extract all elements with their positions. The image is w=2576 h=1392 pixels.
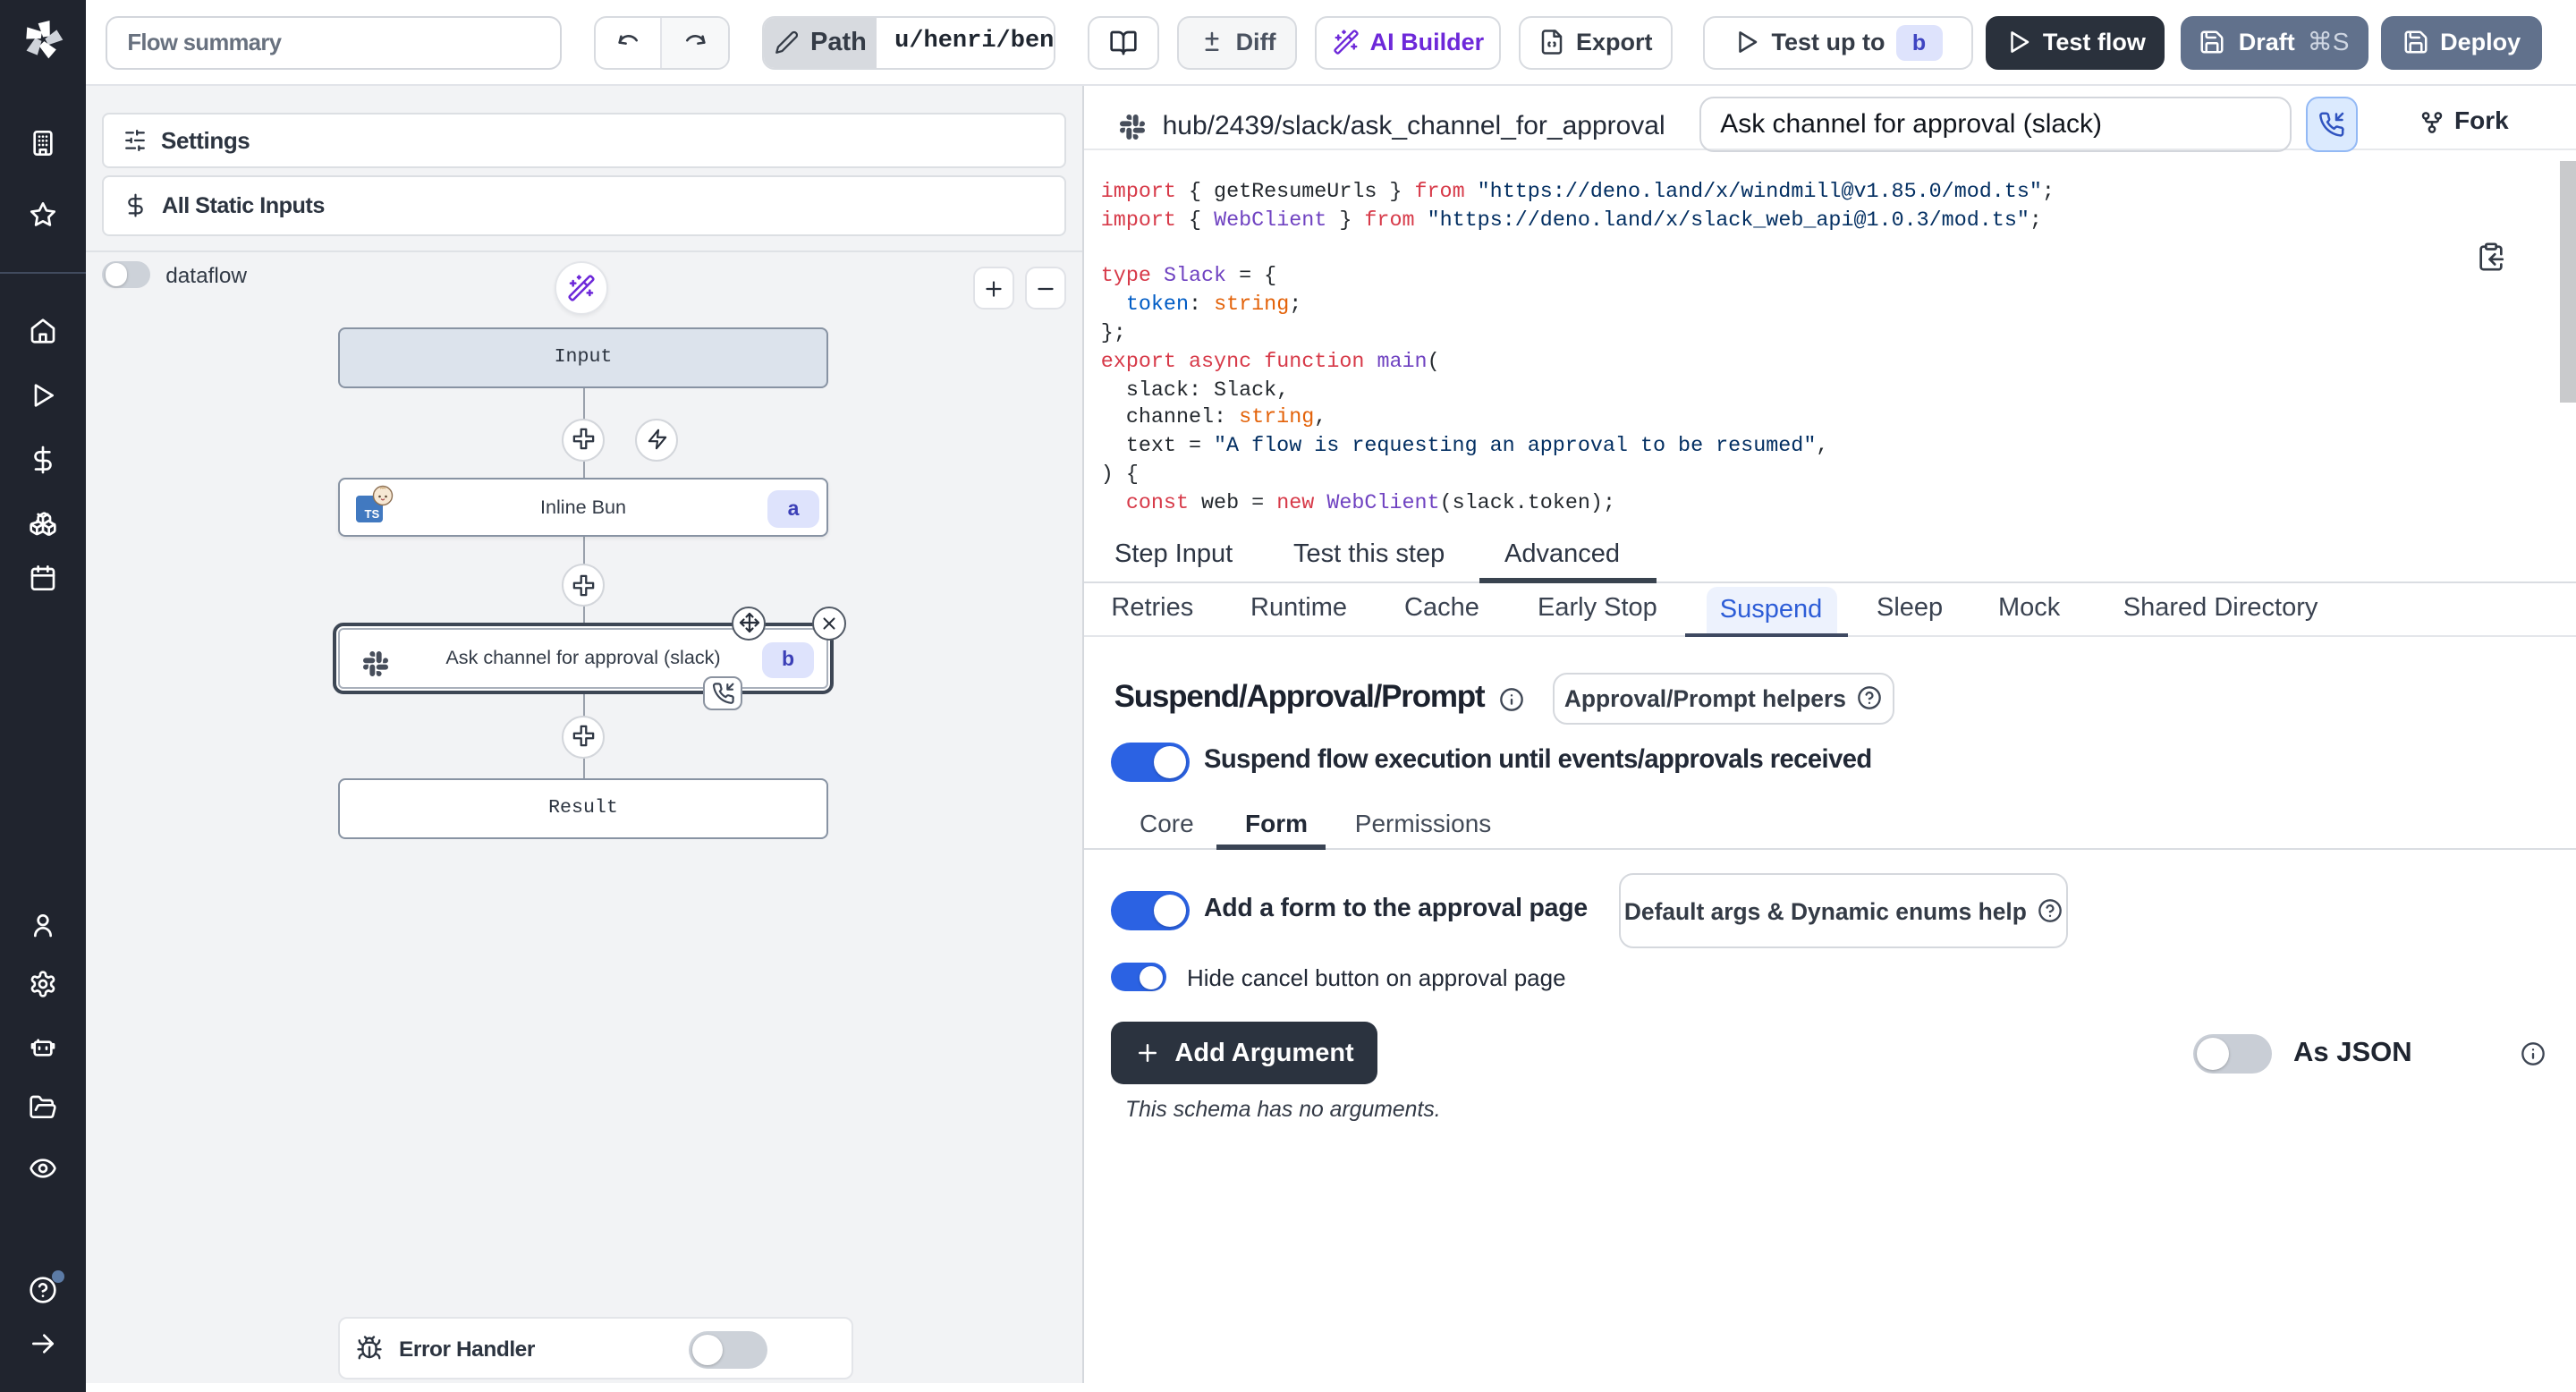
svg-text:TS: TS xyxy=(363,508,378,522)
